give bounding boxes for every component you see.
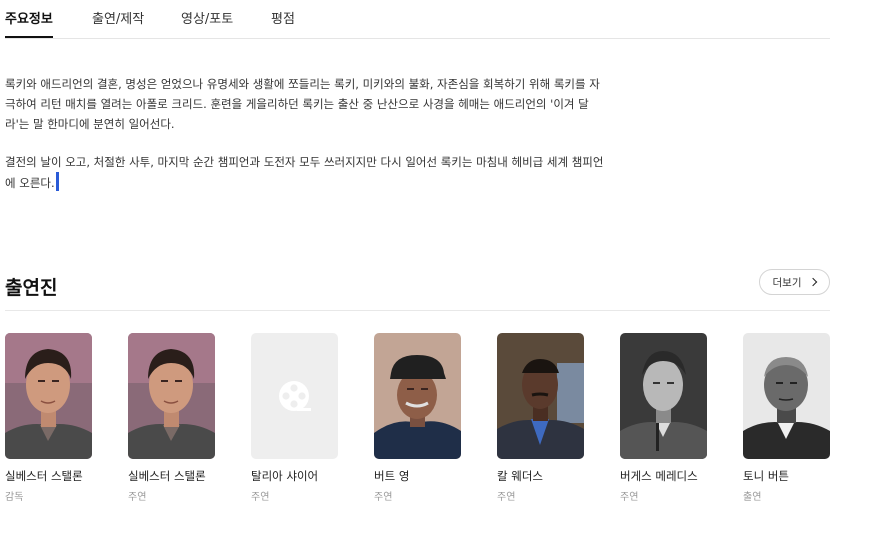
cast-role: 감독 [5,492,24,503]
cast-role: 주연 [620,492,639,503]
cast-name[interactable]: 탈리아 샤이어 [251,468,341,484]
synopsis-text: 록키와 애드리언의 결혼, 명성은 얻었으나 유명세와 생활에 쪼들리는 록키,… [5,77,600,131]
cast-section-title: 출연진 [5,277,58,299]
cast-name[interactable]: 칼 웨더스 [497,468,587,484]
cast-name[interactable]: 실베스터 스탤론 [128,468,218,484]
chevron-right-icon [809,277,818,287]
cast-name[interactable]: 버게스 메레디스 [620,468,710,484]
cast-item[interactable]: 버트 영 주연 [374,333,464,503]
more-button[interactable]: 더보기 [759,269,830,295]
cast-photo[interactable] [743,333,830,459]
more-button-label: 더보기 [772,276,802,289]
tab-cast-crew[interactable]: 출연/제작 [92,8,144,38]
text-cursor [55,172,59,191]
cast-item[interactable]: 탈리아 샤이어 주연 [251,333,341,503]
cast-photo[interactable] [128,333,215,459]
actor-portrait-image [497,333,584,459]
tab-bar: 주요정보 출연/제작 영상/포토 평점 [5,0,830,39]
synopsis: 록키와 애드리언의 결혼, 명성은 얻었으나 유명세와 생활에 쪼들리는 록키,… [5,74,610,193]
cast-item[interactable]: 버게스 메레디스 주연 [620,333,710,503]
actor-portrait-image [743,333,830,459]
tab-ratings[interactable]: 평점 [271,8,295,38]
cast-role: 주연 [497,492,516,503]
cast-item[interactable]: 실베스터 스탤론 주연 [128,333,218,503]
cast-item[interactable]: 토니 버튼 출연 [743,333,833,503]
cast-photo[interactable] [497,333,584,459]
actor-portrait-image [5,333,92,459]
cast-photo[interactable] [5,333,92,459]
synopsis-paragraph: 결전의 날이 오고, 처절한 사투, 마지막 순간 챔피언과 도전자 모두 쓰러… [5,152,610,193]
synopsis-paragraph: 록키와 애드리언의 결혼, 명성은 얻었으나 유명세와 생활에 쪼들리는 록키,… [5,74,610,134]
cast-name[interactable]: 토니 버튼 [743,468,833,484]
cast-photo[interactable] [251,333,338,459]
cast-role: 주연 [374,492,393,503]
cast-photo[interactable] [374,333,461,459]
synopsis-text: 결전의 날이 오고, 처절한 사투, 마지막 순간 챔피언과 도전자 모두 쓰러… [5,155,604,190]
actor-portrait-image [374,333,461,459]
cast-name[interactable]: 버트 영 [374,468,464,484]
cast-item[interactable]: 실베스터 스탤론 감독 [5,333,95,503]
cast-role: 출연 [743,492,762,503]
cast-role: 주연 [251,492,270,503]
cast-role: 주연 [128,492,147,503]
actor-portrait-image [620,333,707,459]
actor-portrait-image [128,333,215,459]
tab-main-info[interactable]: 주요정보 [5,8,53,38]
cast-item[interactable]: 칼 웨더스 주연 [497,333,587,503]
cast-photo[interactable] [620,333,707,459]
tab-video-photo[interactable]: 영상/포토 [181,8,233,38]
film-reel-placeholder-icon [251,333,338,459]
cast-name[interactable]: 실베스터 스탤론 [5,468,95,484]
divider [5,310,830,311]
